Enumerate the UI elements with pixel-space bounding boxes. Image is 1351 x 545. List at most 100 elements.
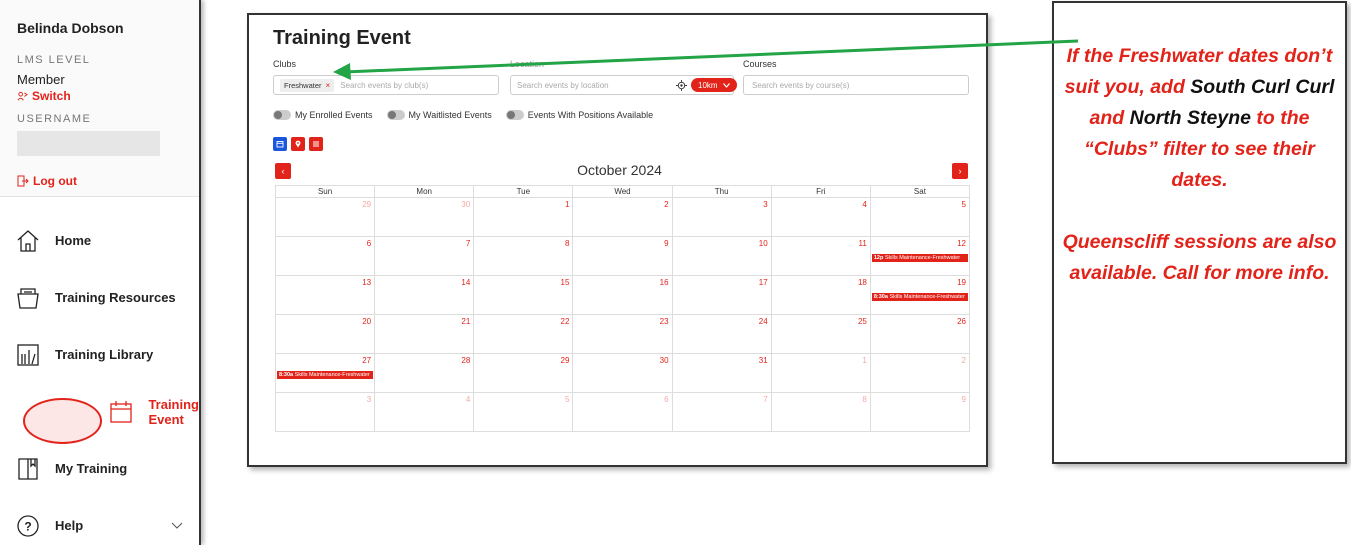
day-number: 20 bbox=[362, 317, 372, 326]
day-number: 14 bbox=[461, 278, 471, 287]
calendar-day-cell[interactable]: 5 bbox=[869, 197, 971, 237]
club-chip: Freshwater × bbox=[280, 78, 335, 92]
calendar-day-cell[interactable]: 26 bbox=[869, 314, 971, 354]
sidebar-item-training-library-label: Training Library bbox=[55, 347, 154, 362]
calendar-day-cell[interactable]: 4 bbox=[374, 392, 475, 432]
calendar-day-cell[interactable]: 21 bbox=[374, 314, 475, 354]
day-number: 31 bbox=[758, 356, 768, 365]
filter-toggles: My Enrolled Events My Waitlisted Events … bbox=[273, 110, 653, 120]
calendar-day-cell[interactable]: 19 8:30a Skills Maintenance-Freshwater bbox=[869, 275, 971, 315]
calendar-day-cell[interactable]: 29 bbox=[274, 197, 376, 237]
courses-field[interactable]: Search events by course(s) bbox=[743, 75, 969, 95]
sidebar-item-home[interactable]: Home bbox=[0, 212, 199, 269]
calendar-day-cell[interactable]: 22 bbox=[473, 314, 574, 354]
weekday-header: Fri bbox=[770, 185, 871, 198]
map-pin-icon bbox=[295, 140, 301, 148]
calendar-day-cell[interactable]: 11 bbox=[770, 236, 871, 276]
day-number: 21 bbox=[461, 317, 471, 326]
sidebar-item-training-resources[interactable]: Training Resources bbox=[0, 269, 199, 326]
calendar-day-cell[interactable]: 30 bbox=[572, 353, 673, 393]
calendar-week-row: 3 4 5 6 7 8 9 bbox=[274, 392, 971, 432]
calendar-day-cell[interactable]: 1 bbox=[473, 197, 574, 237]
event-title: Skills Maintenance-Freshwater bbox=[884, 255, 961, 261]
calendar-day-cell[interactable]: 4 bbox=[770, 197, 871, 237]
switch-link[interactable]: Switch bbox=[17, 89, 184, 103]
calendar-day-cell[interactable]: 13 bbox=[274, 275, 376, 315]
calendar-day-cell[interactable]: 10 bbox=[671, 236, 772, 276]
next-month-button[interactable]: › bbox=[952, 163, 968, 179]
list-view-button[interactable] bbox=[309, 137, 323, 151]
toggle-switch[interactable] bbox=[505, 110, 524, 120]
toggle-switch[interactable] bbox=[273, 110, 291, 120]
calendar-day-cell[interactable]: 8 bbox=[770, 392, 871, 432]
locate-icon[interactable] bbox=[676, 80, 687, 91]
sidebar-item-training-library[interactable]: Training Library bbox=[0, 326, 199, 383]
calendar-day-cell[interactable]: 2 bbox=[869, 353, 971, 393]
radius-select[interactable]: 10km bbox=[691, 78, 737, 92]
calendar-day-cell[interactable]: 27 8:30a Skills Maintenance-Freshwater bbox=[274, 353, 376, 393]
day-number: 18 bbox=[857, 278, 867, 287]
calendar-day-cell[interactable]: 24 bbox=[671, 314, 772, 354]
calendar-day-cell[interactable]: 2 bbox=[572, 197, 673, 237]
logout-label: Log out bbox=[33, 174, 77, 188]
calendar-event[interactable]: 8:30a Skills Maintenance-Freshwater bbox=[277, 371, 374, 379]
location-label: Location bbox=[510, 59, 545, 69]
day-number: 8 bbox=[564, 239, 570, 248]
toggle-enrolled[interactable]: My Enrolled Events bbox=[273, 110, 373, 120]
calendar-day-cell[interactable]: 7 bbox=[374, 236, 475, 276]
switch-label: Switch bbox=[32, 89, 71, 103]
calendar-view-button[interactable] bbox=[273, 137, 287, 151]
calendar-event[interactable]: 12p Skills Maintenance-Freshwater bbox=[871, 254, 968, 262]
calendar-day-cell[interactable]: 12 12p Skills Maintenance-Freshwater bbox=[869, 236, 971, 276]
calendar-day-cell[interactable]: 28 bbox=[374, 353, 475, 393]
toggle-waitlisted-label: My Waitlisted Events bbox=[408, 110, 492, 120]
toggle-enrolled-label: My Enrolled Events bbox=[295, 110, 373, 120]
toggle-switch[interactable] bbox=[386, 110, 405, 120]
calendar-event[interactable]: 8:30a Skills Maintenance-Freshwater bbox=[871, 293, 968, 301]
calendar-day-cell[interactable]: 9 bbox=[869, 392, 971, 432]
calendar-day-cell[interactable]: 7 bbox=[671, 392, 772, 432]
logout-link[interactable]: Log out bbox=[17, 174, 184, 188]
calendar-day-cell[interactable]: 6 bbox=[572, 392, 673, 432]
calendar-day-cell[interactable]: 1 bbox=[770, 353, 871, 393]
calendar-day-cell[interactable]: 16 bbox=[572, 275, 673, 315]
calendar-day-cell[interactable]: 31 bbox=[671, 353, 772, 393]
calendar-day-cell[interactable]: 29 bbox=[473, 353, 574, 393]
clubs-field[interactable]: Freshwater × Search events by club(s) bbox=[273, 75, 499, 95]
calendar-day-cell[interactable]: 6 bbox=[274, 236, 376, 276]
calendar-day-cell[interactable]: 8 bbox=[473, 236, 574, 276]
calendar-day-cell[interactable]: 17 bbox=[671, 275, 772, 315]
toggle-available-label: Events With Positions Available bbox=[527, 110, 654, 120]
calendar-day-cell[interactable]: 30 bbox=[374, 197, 475, 237]
page-title: Training Event bbox=[273, 27, 411, 49]
calendar-day-cell[interactable]: 25 bbox=[770, 314, 871, 354]
training-event-panel: Training Event Clubs Freshwater × Search … bbox=[247, 13, 988, 467]
calendar-day-cell[interactable]: 15 bbox=[473, 275, 574, 315]
sidebar-item-my-training[interactable]: My Training bbox=[0, 440, 199, 497]
calendar-day-cell[interactable]: 5 bbox=[473, 392, 574, 432]
map-view-button[interactable] bbox=[291, 137, 305, 151]
calendar-day-cell[interactable]: 9 bbox=[572, 236, 673, 276]
user-name: Belinda Dobson bbox=[17, 20, 124, 36]
toggle-available[interactable]: Events With Positions Available bbox=[505, 110, 654, 120]
calendar-day-cell[interactable]: 18 bbox=[770, 275, 871, 315]
sidebar-item-training-resources-label: Training Resources bbox=[55, 290, 176, 305]
calendar-day-cell[interactable]: 14 bbox=[374, 275, 475, 315]
sidebar-item-help[interactable]: ? Help bbox=[0, 497, 199, 545]
note-paragraph-2: Queenscliff sessions are also available.… bbox=[1062, 231, 1337, 284]
calendar-day-cell[interactable]: 23 bbox=[572, 314, 673, 354]
note-text: and bbox=[1089, 107, 1130, 129]
calendar-day-cell[interactable]: 3 bbox=[671, 197, 772, 237]
toggle-waitlisted[interactable]: My Waitlisted Events bbox=[386, 110, 492, 120]
day-number: 11 bbox=[858, 239, 867, 248]
calendar-week-row: 13 14 15 16 17 18 19 8:30a Skills Maintenance-F… bbox=[274, 275, 971, 315]
sidebar-item-training-event[interactable]: Training Event bbox=[0, 383, 199, 444]
calendar-day-cell[interactable]: 3 bbox=[274, 392, 376, 432]
remove-chip-icon[interactable]: × bbox=[326, 81, 331, 90]
calendar-week-row: 6 7 8 9 10 11 12 12p Skills Maintenance-Freshwa… bbox=[274, 236, 971, 276]
day-number: 4 bbox=[465, 395, 471, 404]
day-number: 17 bbox=[758, 278, 768, 287]
annotation-note: If the Freshwater dates don’t suit you, … bbox=[1052, 1, 1347, 464]
calendar-day-cell[interactable]: 20 bbox=[274, 314, 376, 354]
screenshot: Belinda Dobson LMS LEVEL Member Switch U… bbox=[0, 0, 1351, 545]
